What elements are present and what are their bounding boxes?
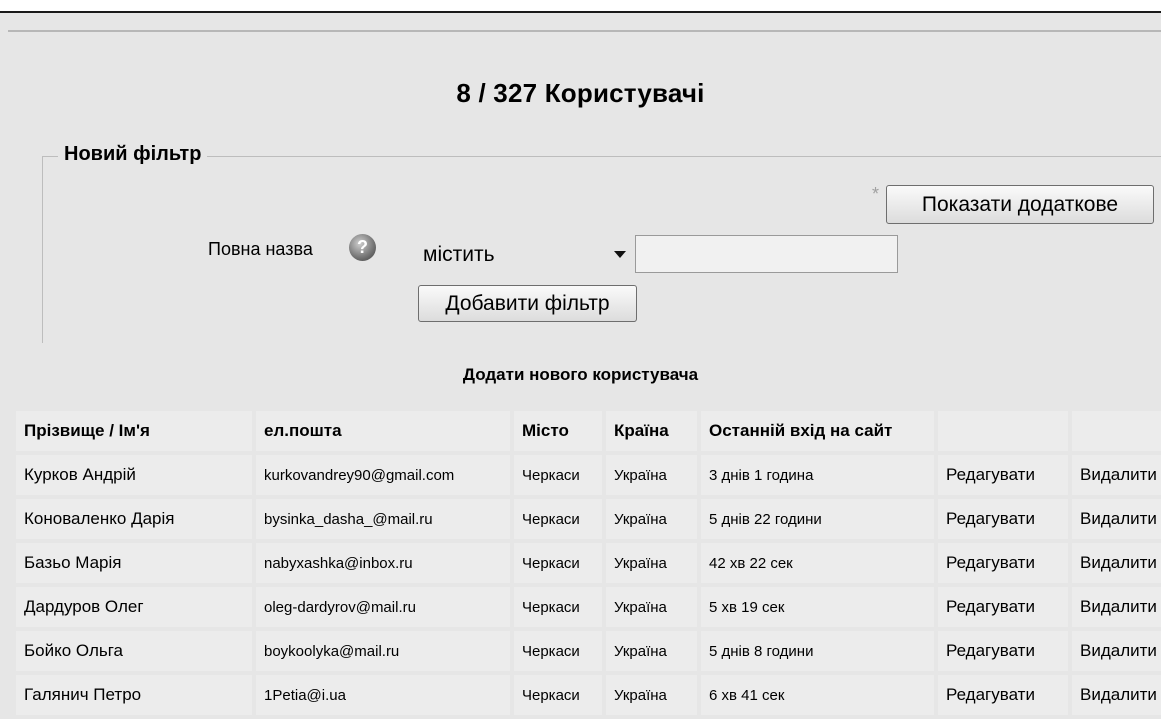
cell-name: Курков Андрій (16, 455, 252, 495)
header-country: Країна (606, 411, 697, 451)
cell-country: Україна (606, 543, 697, 583)
table-row: Базьо Марія nabyxashka@inbox.ru Черкаси … (16, 543, 1161, 583)
delete-link[interactable]: Видалити (1072, 543, 1161, 583)
cell-city: Черкаси (514, 499, 602, 539)
edit-link[interactable]: Редагувати (938, 587, 1068, 627)
delete-link[interactable]: Видалити (1072, 631, 1161, 671)
cell-last-login: 3 днів 1 година (701, 455, 934, 495)
cell-email: kurkovandrey90@gmail.com (256, 455, 510, 495)
cell-email: oleg-dardyrov@mail.ru (256, 587, 510, 627)
cell-city: Черкаси (514, 675, 602, 715)
table-header-row: Прізвище / Ім'я ел.пошта Місто Країна Ос… (16, 411, 1161, 451)
question-circle-icon[interactable]: ? (349, 234, 376, 261)
show-more-button[interactable]: Показати додаткове (886, 185, 1154, 224)
cell-country: Україна (606, 631, 697, 671)
cell-city: Черкаси (514, 587, 602, 627)
chevron-down-icon (614, 251, 626, 258)
browser-top-bar (0, 0, 1161, 13)
cell-name: Бойко Ольга (16, 631, 252, 671)
add-filter-button[interactable]: Добавити фільтр (418, 285, 637, 322)
delete-link[interactable]: Видалити (1072, 587, 1161, 627)
edit-link[interactable]: Редагувати (938, 631, 1068, 671)
edit-link[interactable]: Редагувати (938, 499, 1068, 539)
full-name-label: Повна назва (208, 239, 313, 259)
cell-city: Черкаси (514, 543, 602, 583)
delete-link[interactable]: Видалити (1072, 499, 1161, 539)
edit-link[interactable]: Редагувати (938, 675, 1068, 715)
cell-last-login: 5 хв 19 сек (701, 587, 934, 627)
header-divider (8, 30, 1161, 32)
asterisk-marker: * (872, 184, 880, 204)
edit-link[interactable]: Редагувати (938, 543, 1068, 583)
cell-name: Коноваленко Дарія (16, 499, 252, 539)
cell-city: Черкаси (514, 455, 602, 495)
table-row: Коноваленко Дарія bysinka_dasha_@mail.ru… (16, 499, 1161, 539)
operator-select[interactable]: містить (418, 236, 634, 273)
cell-city: Черкаси (514, 631, 602, 671)
header-name: Прізвище / Ім'я (16, 411, 252, 451)
cell-last-login: 42 хв 22 сек (701, 543, 934, 583)
cell-name: Дардуров Олег (16, 587, 252, 627)
operator-select-value: містить (423, 242, 495, 266)
cell-email: 1Petia@i.ua (256, 675, 510, 715)
delete-link[interactable]: Видалити (1072, 675, 1161, 715)
cell-last-login: 6 хв 41 сек (701, 675, 934, 715)
edit-link[interactable]: Редагувати (938, 455, 1068, 495)
table-row: Дардуров Олег oleg-dardyrov@mail.ru Черк… (16, 587, 1161, 627)
add-user-link[interactable]: Додати нового користувача (0, 365, 1161, 385)
header-delete (1072, 411, 1161, 451)
cell-last-login: 5 днів 22 години (701, 499, 934, 539)
header-city: Місто (514, 411, 602, 451)
header-email: ел.пошта (256, 411, 510, 451)
filter-legend: Новий фільтр (58, 143, 208, 166)
cell-email: bysinka_dasha_@mail.ru (256, 499, 510, 539)
delete-link[interactable]: Видалити (1072, 455, 1161, 495)
page-title: 8 / 327 Користувачі (456, 78, 705, 108)
cell-name: Базьо Марія (16, 543, 252, 583)
cell-email: boykoolyka@mail.ru (256, 631, 510, 671)
cell-country: Україна (606, 587, 697, 627)
table-row: Галянич Петро 1Petia@i.ua Черкаси Україн… (16, 675, 1161, 715)
cell-country: Україна (606, 675, 697, 715)
cell-email: nabyxashka@inbox.ru (256, 543, 510, 583)
cell-country: Україна (606, 499, 697, 539)
cell-country: Україна (606, 455, 697, 495)
cell-last-login: 5 днів 8 години (701, 631, 934, 671)
table-row: Бойко Ольга boykoolyka@mail.ru Черкаси У… (16, 631, 1161, 671)
header-edit (938, 411, 1068, 451)
filter-text-input[interactable] (635, 235, 898, 273)
cell-name: Галянич Петро (16, 675, 252, 715)
users-table: Прізвище / Ім'я ел.пошта Місто Країна Ос… (12, 407, 1161, 719)
table-row: Курков Андрій kurkovandrey90@gmail.com Ч… (16, 455, 1161, 495)
header-last-login: Останній вхід на сайт (701, 411, 934, 451)
